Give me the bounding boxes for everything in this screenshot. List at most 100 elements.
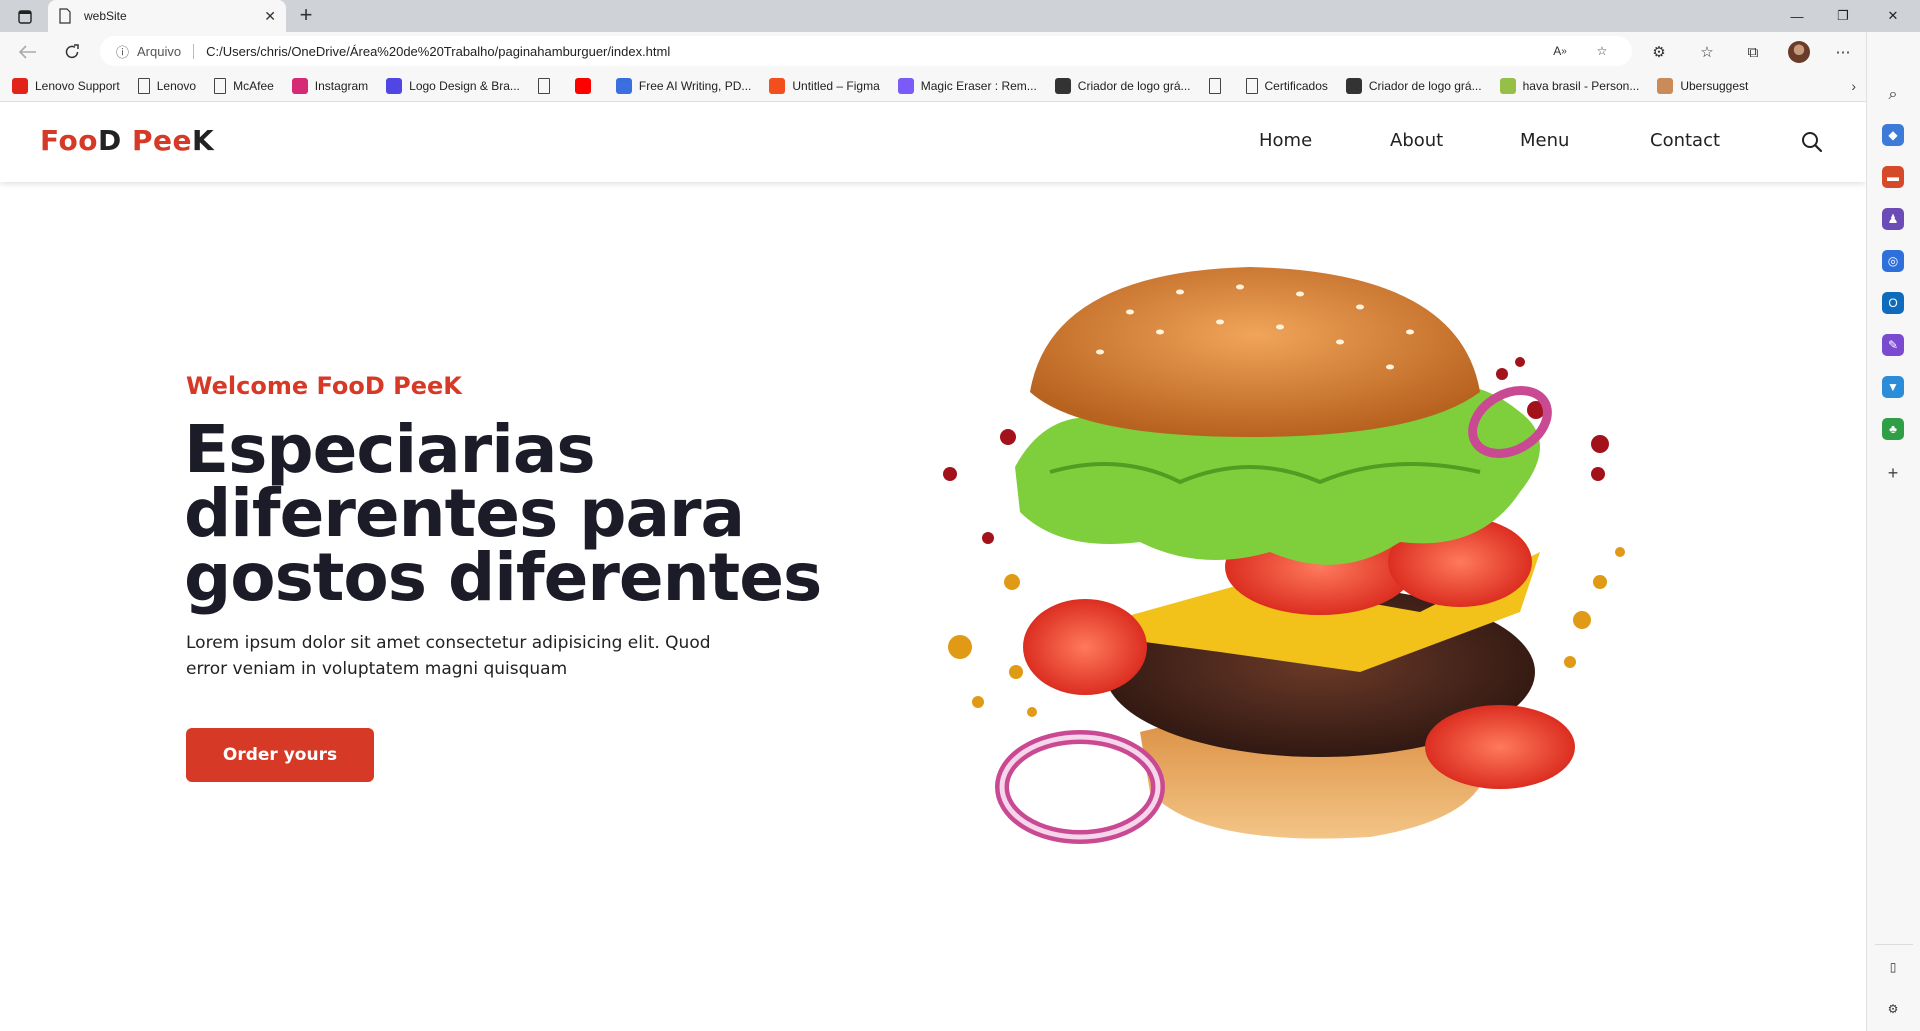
close-tab-icon[interactable]: ✕ <box>264 8 276 25</box>
favorites-icon[interactable]: ☆ <box>1694 39 1720 65</box>
bookmark-item[interactable] <box>1208 77 1228 94</box>
bookmark-label: hava brasil - Person... <box>1522 78 1640 93</box>
nav-menu[interactable]: Menu <box>1520 130 1569 151</box>
browser-tab[interactable]: webSite ✕ <box>48 0 286 32</box>
bookmark-item[interactable] <box>574 77 598 94</box>
browser-toolbar: ⓘ Arquivo C:/Users/chris/OneDrive/Área%2… <box>0 32 1920 70</box>
bookmark-label: McAfee <box>233 78 274 93</box>
nav-about[interactable]: About <box>1390 130 1443 151</box>
site-logo[interactable]: FooD PeeK <box>40 124 214 157</box>
collections-icon[interactable]: ⧉ <box>1740 39 1766 65</box>
site-search-icon[interactable] <box>1800 130 1824 154</box>
bookmark-item[interactable]: Instagram <box>291 77 369 94</box>
edge-sidebar: ⌕ ◆ ▬ ♟ ◎ O ✎ ▼ ♣ + ▯ ⚙ <box>1866 32 1920 1031</box>
logo-part-1: Foo <box>40 124 98 157</box>
profile-avatar[interactable] <box>1788 41 1810 63</box>
bookmark-item[interactable]: McAfee <box>214 77 274 94</box>
logo-maker-icon <box>1345 77 1362 94</box>
ubersuggest-icon <box>1657 77 1674 94</box>
close-window-icon[interactable]: ✕ <box>1866 0 1920 32</box>
logo-design-icon <box>386 77 403 94</box>
games-icon[interactable]: ♟ <box>1882 208 1904 230</box>
bookmark-label: Certificados <box>1264 78 1328 93</box>
page-icon <box>137 77 150 94</box>
bookmark-item[interactable]: Certificados <box>1245 77 1328 94</box>
page-icon <box>59 8 71 24</box>
tab-strip: webSite ✕ + — ❐ ✕ <box>0 0 1920 32</box>
more-bookmarks-icon[interactable]: › <box>1851 78 1856 94</box>
bookmark-item[interactable] <box>537 77 557 94</box>
bookmark-item[interactable]: hava brasil - Person... <box>1499 77 1640 94</box>
page-icon <box>214 77 227 94</box>
lenovo-icon <box>12 77 28 94</box>
minimize-icon[interactable]: — <box>1774 0 1820 32</box>
add-sidebar-app-icon[interactable]: + <box>1882 462 1904 484</box>
page-icon <box>1245 77 1258 94</box>
logo-maker-icon <box>1054 77 1071 94</box>
burger-image <box>943 267 1625 844</box>
tools-icon[interactable]: ▬ <box>1882 166 1904 188</box>
tab-title: webSite <box>84 9 127 23</box>
bookmark-item[interactable]: Free AI Writing, PD... <box>615 77 752 94</box>
shopify-icon <box>1499 77 1516 94</box>
magic-eraser-icon <box>897 77 914 94</box>
bookmark-item[interactable]: Criador de logo grá... <box>1054 77 1191 94</box>
nav-contact[interactable]: Contact <box>1650 130 1720 151</box>
url-text[interactable]: C:/Users/chris/OneDrive/Área%20de%20Trab… <box>206 44 1548 59</box>
ai-writing-icon <box>615 77 632 94</box>
read-aloud-icon[interactable]: A» <box>1548 39 1572 63</box>
order-button[interactable]: Order yours <box>186 728 374 782</box>
microsoft365-icon[interactable]: ◎ <box>1882 250 1904 272</box>
bookmark-label: Instagram <box>314 78 369 93</box>
nav-home[interactable]: Home <box>1259 130 1312 151</box>
bookmark-label: Lenovo Support <box>35 78 120 93</box>
page-icon <box>537 77 550 94</box>
logo-part-4: K <box>191 124 215 157</box>
back-icon[interactable] <box>14 38 42 66</box>
bookmark-label: Free AI Writing, PD... <box>638 78 752 93</box>
bookmark-label: Logo Design & Bra... <box>409 78 520 93</box>
bookmark-item[interactable]: Criador de logo grá... <box>1345 77 1482 94</box>
bookmark-label: Criador de logo grá... <box>1077 78 1191 93</box>
logo-part-2: D <box>97 124 132 157</box>
bookmark-item[interactable]: Lenovo <box>137 77 197 94</box>
refresh-icon[interactable] <box>58 38 86 66</box>
page-icon <box>1208 77 1221 94</box>
add-favorite-icon[interactable]: ☆ <box>1590 39 1614 63</box>
figma-icon <box>769 77 786 94</box>
shopping-icon[interactable]: ◆ <box>1882 124 1904 146</box>
outlook-icon[interactable]: O <box>1882 292 1904 314</box>
designer-icon[interactable]: ✎ <box>1882 334 1904 356</box>
bookmark-label: Ubersuggest <box>1680 78 1749 93</box>
site-header: FooD PeeK Home About Menu Contact <box>0 102 1866 182</box>
settings-icon[interactable]: ⚙ <box>1882 998 1904 1020</box>
logo-part-3: Pee <box>131 124 192 157</box>
extensions-icon[interactable]: ⚙ <box>1646 39 1672 65</box>
address-label: Arquivo <box>137 43 195 59</box>
hero-subtitle: Welcome FooD PeeK <box>186 372 462 400</box>
address-bar[interactable]: ⓘ Arquivo C:/Users/chris/OneDrive/Área%2… <box>100 36 1632 66</box>
bookmark-item[interactable]: Untitled – Figma <box>769 77 880 94</box>
hero-title: Especiarias diferentes para gostos difer… <box>184 411 822 616</box>
tab-actions-icon[interactable] <box>10 6 40 28</box>
bookmark-item[interactable]: Magic Eraser : Rem... <box>897 77 1037 94</box>
bookmark-label: Magic Eraser : Rem... <box>920 78 1037 93</box>
new-tab-button[interactable]: + <box>294 4 318 28</box>
bookmark-item[interactable]: Ubersuggest <box>1657 77 1749 94</box>
hero-text: Lorem ipsum dolor sit amet consectetur a… <box>186 633 711 679</box>
tree-icon[interactable]: ♣ <box>1882 418 1904 440</box>
bookmark-label: Untitled – Figma <box>792 78 880 93</box>
bookmark-label: Lenovo <box>156 78 197 93</box>
web-page: FooD PeeK Home About Menu Contact Welcom… <box>0 102 1866 1031</box>
restore-icon[interactable]: ❐ <box>1820 0 1866 32</box>
search-icon[interactable]: ⌕ <box>1882 84 1904 106</box>
bookmark-item[interactable]: Lenovo Support <box>12 77 120 94</box>
drop-icon[interactable]: ▼ <box>1882 376 1904 398</box>
info-icon[interactable]: ⓘ <box>116 42 129 61</box>
more-options-icon[interactable]: ⋯ <box>1830 39 1856 65</box>
bookmark-label: Criador de logo grá... <box>1368 78 1482 93</box>
hide-sidebar-icon[interactable]: ▯ <box>1882 956 1904 978</box>
youtube-icon <box>574 77 591 94</box>
instagram-icon <box>291 77 308 94</box>
bookmark-item[interactable]: Logo Design & Bra... <box>386 77 520 94</box>
